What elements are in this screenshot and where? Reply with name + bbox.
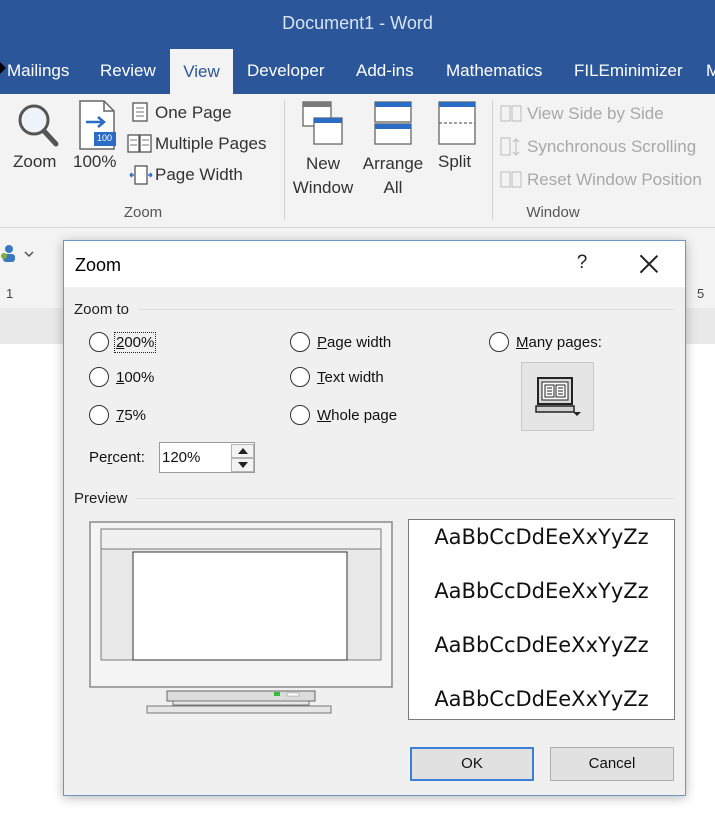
radio-zoom-100[interactable]: 100% xyxy=(89,365,155,389)
ruler-mark-right: 5 xyxy=(697,286,705,301)
arrange-all-icon[interactable] xyxy=(374,100,412,146)
side-by-side-icon xyxy=(500,105,522,122)
ribbon: Zoom 100 100% One Page Multiple Pages Pa… xyxy=(0,94,715,228)
title-bar: Document1 - Word xyxy=(0,0,715,48)
monitor-pages-icon xyxy=(535,377,581,416)
synchronous-scrolling-button[interactable]: Synchronous Scrolling xyxy=(527,137,696,157)
group-separator xyxy=(492,100,493,220)
percent-stepper[interactable] xyxy=(159,442,255,473)
tab-review[interactable]: Review xyxy=(100,48,156,94)
zoom-button[interactable]: Zoom xyxy=(13,152,56,172)
arrange-all-button[interactable]: Arrange All xyxy=(358,152,428,200)
radio-label: Text width xyxy=(317,368,384,386)
radio-label: 200% xyxy=(113,331,157,353)
radio-circle[interactable] xyxy=(290,405,310,425)
split-icon[interactable] xyxy=(438,100,476,146)
multiple-pages-icon xyxy=(127,134,152,153)
radio-label: Whole page xyxy=(317,406,398,424)
preview-sample-text: AaBbCcDdEeXxYyZz AaBbCcDdEeXxYyZz AaBbCc… xyxy=(408,519,675,720)
zoom-to-divider xyxy=(139,309,675,310)
new-window-label-line-1: New xyxy=(305,154,340,173)
radio-label: Many pages: xyxy=(516,333,602,351)
sample-text-line: AaBbCcDdEeXxYyZz xyxy=(434,525,649,549)
sample-text-line: AaBbCcDdEeXxYyZz xyxy=(434,633,649,657)
page-width-icon xyxy=(129,165,153,185)
radio-circle[interactable] xyxy=(489,332,509,352)
mouse-cursor-icon xyxy=(0,62,6,74)
zoom-to-label: Zoom to xyxy=(74,301,130,318)
preview-divider xyxy=(136,498,675,499)
tab-mailings[interactable]: Mailings xyxy=(7,48,69,94)
percent-input[interactable] xyxy=(162,446,226,469)
magnifier-icon[interactable] xyxy=(16,102,60,148)
window-group-label: Window xyxy=(526,204,580,221)
tab-mathematics[interactable]: Mathematics xyxy=(446,48,542,94)
people-icon[interactable] xyxy=(0,242,36,264)
radio-circle[interactable] xyxy=(290,367,310,387)
multiple-pages-button[interactable]: Multiple Pages xyxy=(155,134,267,154)
help-button[interactable]: ? xyxy=(572,252,592,276)
group-separator xyxy=(284,100,285,220)
radio-whole-page[interactable]: Whole page xyxy=(290,403,398,427)
radio-circle[interactable] xyxy=(290,332,310,352)
tab-developer[interactable]: Developer xyxy=(247,48,325,94)
sample-text-line: AaBbCcDdEeXxYyZz xyxy=(434,687,649,711)
window-title: Document1 - Word xyxy=(282,13,433,33)
radio-circle[interactable] xyxy=(89,332,109,352)
radio-circle[interactable] xyxy=(89,367,109,387)
dialog-title-bar: Zoom ? xyxy=(64,241,685,287)
new-window-label-line-2: Window xyxy=(292,178,354,197)
preview-label: Preview xyxy=(74,490,128,507)
one-page-icon xyxy=(132,102,148,122)
tab-view[interactable]: View xyxy=(170,49,233,95)
radio-label: Page width xyxy=(317,333,392,351)
view-side-by-side-button[interactable]: View Side by Side xyxy=(527,104,664,124)
ruler-mark-left: 1 xyxy=(6,286,14,301)
arrange-all-label-line-2: All xyxy=(383,178,403,197)
radio-label: 100% xyxy=(116,368,155,386)
arrange-all-label-line-1: Arrange xyxy=(362,154,424,173)
close-icon[interactable] xyxy=(636,251,662,277)
zoom-group-label: Zoom xyxy=(123,204,163,221)
radio-label: 75% xyxy=(116,406,147,424)
new-window-icon[interactable] xyxy=(302,100,344,146)
tab-add-ins[interactable]: Add-ins xyxy=(356,48,414,94)
ok-button[interactable]: OK xyxy=(410,747,534,781)
hundred-badge: 100 xyxy=(97,133,113,143)
tab-overflow[interactable]: M xyxy=(706,48,715,94)
page-width-button[interactable]: Page Width xyxy=(155,165,243,185)
reset-window-position-button[interactable]: Reset Window Position xyxy=(527,170,702,190)
radio-zoom-200[interactable]: 200% xyxy=(89,330,157,354)
radio-page-width[interactable]: Page width xyxy=(290,330,392,354)
radio-text-width[interactable]: Text width xyxy=(290,365,385,389)
new-window-button[interactable]: New Window xyxy=(288,152,358,200)
percent-label: Percent: xyxy=(89,449,145,466)
percent-increment-button[interactable] xyxy=(231,444,254,458)
reset-window-position-icon xyxy=(500,171,522,188)
zoom-dialog: Zoom ? Zoom to 200% 100% 75% Page width … xyxy=(63,240,686,796)
radio-circle[interactable] xyxy=(89,405,109,425)
cancel-button[interactable]: Cancel xyxy=(550,747,674,781)
preview-monitor-icon xyxy=(89,521,393,714)
tab-fileminimizer[interactable]: FILEminimizer xyxy=(574,48,683,94)
percent-decrement-button[interactable] xyxy=(231,458,254,472)
radio-zoom-75[interactable]: 75% xyxy=(89,403,147,427)
hundred-percent-button[interactable]: 100% xyxy=(73,152,116,172)
many-pages-picker-button[interactable] xyxy=(521,362,594,431)
ribbon-tabs: Mailings Review View Developer Add-ins M… xyxy=(0,48,715,95)
one-page-button[interactable]: One Page xyxy=(155,103,232,123)
synchronous-scrolling-icon xyxy=(500,137,520,156)
split-button[interactable]: Split xyxy=(438,152,471,172)
dialog-title: Zoom xyxy=(75,255,122,275)
radio-many-pages[interactable]: Many pages: xyxy=(489,330,603,354)
sample-text-line: AaBbCcDdEeXxYyZz xyxy=(434,579,649,603)
